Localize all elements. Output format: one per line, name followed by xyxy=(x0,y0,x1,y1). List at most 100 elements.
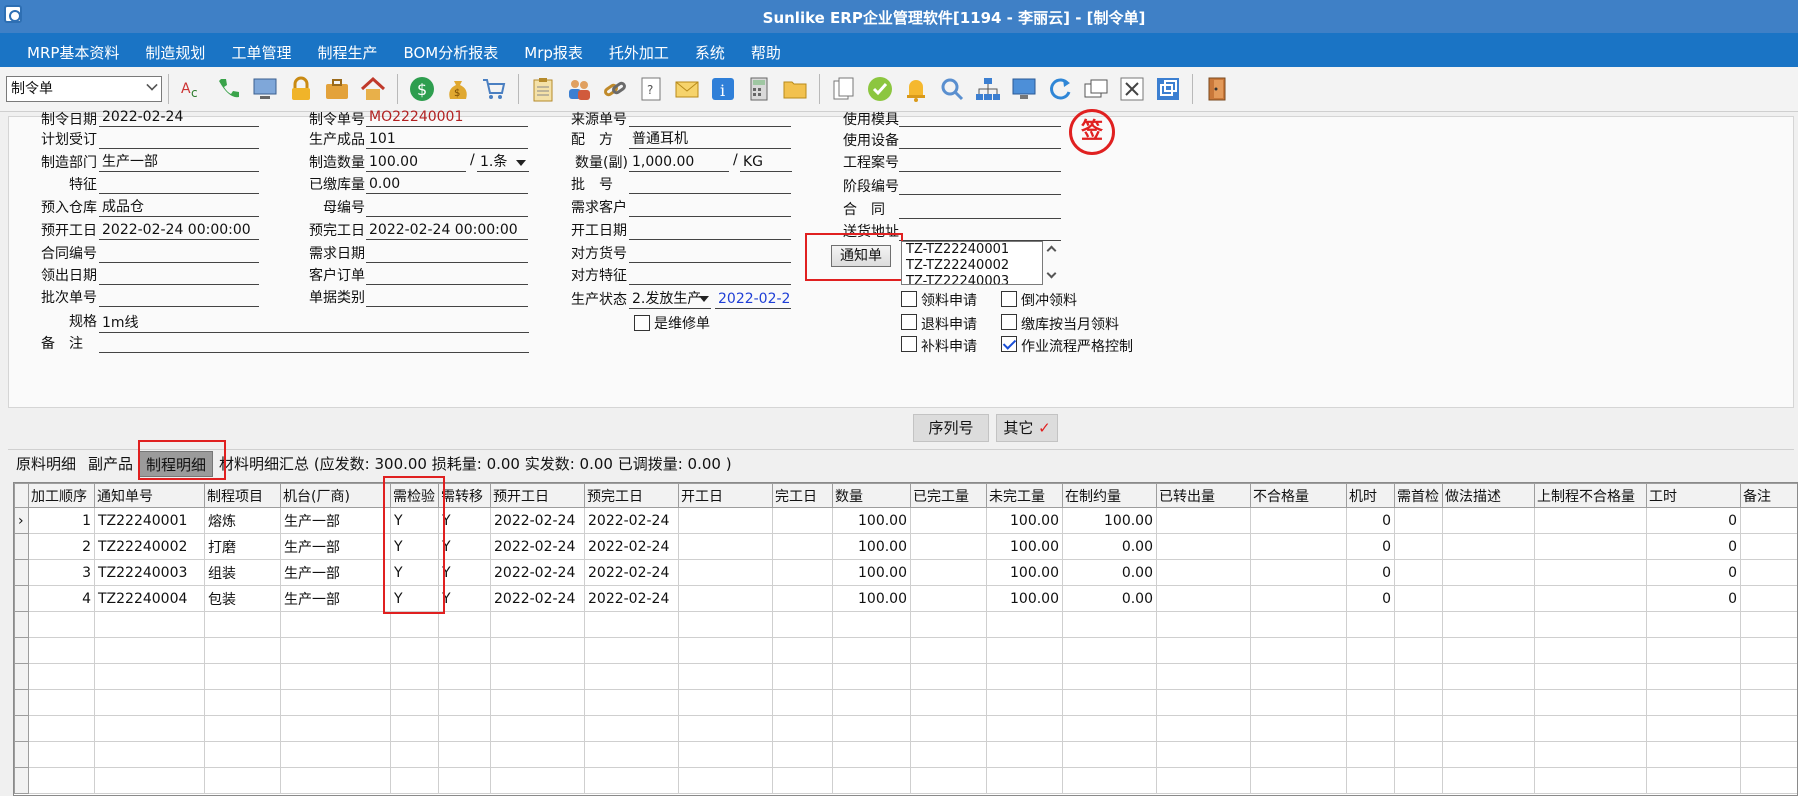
table-cell[interactable] xyxy=(1062,767,1157,794)
col-header[interactable]: 开工日 xyxy=(678,483,773,508)
table-cell[interactable] xyxy=(204,663,281,690)
table-cell[interactable] xyxy=(1250,715,1347,742)
table-cell[interactable] xyxy=(1062,715,1157,742)
table-cell[interactable] xyxy=(986,637,1063,664)
field-batch-no[interactable] xyxy=(99,287,259,307)
col-header[interactable]: 需转移 xyxy=(438,483,491,508)
table-cell[interactable] xyxy=(1534,689,1647,716)
table-cell[interactable] xyxy=(490,741,585,768)
table-cell[interactable] xyxy=(1394,715,1443,742)
table-cell[interactable] xyxy=(678,637,773,664)
table-cell[interactable] xyxy=(1534,611,1647,638)
field-planned-finish[interactable]: 2022-02-24 00:00:00 xyxy=(366,220,528,240)
table-cell[interactable] xyxy=(1534,663,1647,690)
process-details-grid[interactable]: 加工顺序 通知单号 制程项目 机台(厂商) 需检验 需转移 预开工日 预完工日 … xyxy=(13,482,1798,796)
table-cell[interactable] xyxy=(1442,559,1535,586)
table-cell[interactable]: 0.00 xyxy=(1062,533,1157,560)
folder-icon[interactable] xyxy=(777,71,813,107)
table-cell[interactable]: 2022-02-24 xyxy=(584,507,679,534)
monitor-icon[interactable] xyxy=(247,71,283,107)
table-cell[interactable] xyxy=(1250,559,1347,586)
row-header[interactable] xyxy=(14,533,29,560)
field-mfg-department[interactable]: 生产一部 xyxy=(99,152,259,172)
table-cell[interactable] xyxy=(490,715,585,742)
col-header[interactable]: 已转出量 xyxy=(1156,483,1251,508)
table-cell[interactable] xyxy=(1534,637,1647,664)
table-cell[interactable] xyxy=(28,611,95,638)
empty-table-row[interactable] xyxy=(14,663,1797,690)
table-cell[interactable] xyxy=(1346,689,1395,716)
scroll-up-icon[interactable] xyxy=(1046,245,1057,256)
table-cell[interactable] xyxy=(678,585,773,612)
field-formula[interactable]: 普通耳机 xyxy=(629,129,791,149)
table-cell[interactable] xyxy=(986,715,1063,742)
table-cell[interactable]: Y xyxy=(438,533,491,560)
table-cell[interactable] xyxy=(1534,585,1647,612)
table-cell[interactable] xyxy=(678,767,773,794)
table-cell[interactable] xyxy=(584,715,679,742)
table-cell[interactable] xyxy=(94,741,205,768)
table-cell[interactable] xyxy=(910,715,987,742)
table-cell[interactable] xyxy=(28,637,95,664)
table-cell[interactable] xyxy=(1156,585,1251,612)
table-cell[interactable]: 打磨 xyxy=(204,533,281,560)
table-cell[interactable] xyxy=(1534,741,1647,768)
dollar-icon[interactable]: $ xyxy=(404,71,440,107)
table-cell[interactable] xyxy=(678,559,773,586)
field-issue-date[interactable] xyxy=(99,265,259,285)
list-item[interactable]: TZ-TZ22240001 xyxy=(902,242,1042,258)
table-cell[interactable]: 100.00 xyxy=(986,533,1063,560)
table-cell[interactable] xyxy=(910,663,987,690)
table-cell[interactable] xyxy=(1156,611,1251,638)
cart-icon[interactable] xyxy=(476,71,512,107)
table-cell[interactable]: 生产一部 xyxy=(280,585,391,612)
table-cell[interactable] xyxy=(1156,533,1251,560)
table-cell[interactable]: 生产一部 xyxy=(280,559,391,586)
col-header[interactable]: 通知单号 xyxy=(94,483,205,508)
table-cell[interactable] xyxy=(1442,741,1535,768)
info-icon[interactable]: i xyxy=(705,71,741,107)
table-cell[interactable] xyxy=(678,689,773,716)
table-cell[interactable]: 2022-02-24 xyxy=(490,507,585,534)
row-header[interactable] xyxy=(14,663,29,690)
home-icon[interactable] xyxy=(355,71,391,107)
table-cell[interactable] xyxy=(1442,507,1535,534)
table-cell[interactable] xyxy=(204,689,281,716)
help-doc-icon[interactable]: ? xyxy=(633,71,669,107)
backflush-checkbox[interactable] xyxy=(1001,291,1017,307)
table-cell[interactable] xyxy=(1156,663,1251,690)
lock-icon[interactable] xyxy=(283,71,319,107)
table-cell[interactable] xyxy=(1062,637,1157,664)
field-status-date[interactable]: 2022-02-24 xyxy=(715,289,791,309)
table-row[interactable]: 3 TZ22240003 组装 生产一部 Y Y 2022-02-24 2022-02-24 1… xyxy=(14,559,1797,586)
table-cell[interactable] xyxy=(832,637,911,664)
windows-icon[interactable] xyxy=(1078,71,1114,107)
table-cell[interactable] xyxy=(1394,611,1443,638)
table-cell[interactable] xyxy=(28,741,95,768)
table-cell[interactable]: 100.00 xyxy=(986,585,1063,612)
table-cell[interactable] xyxy=(204,637,281,664)
table-cell[interactable] xyxy=(910,507,987,534)
table-cell[interactable] xyxy=(910,689,987,716)
col-header[interactable]: 加工顺序 xyxy=(28,483,95,508)
empty-table-row[interactable] xyxy=(14,741,1797,768)
table-cell[interactable] xyxy=(1740,741,1797,768)
table-cell[interactable] xyxy=(94,767,205,794)
table-cell[interactable] xyxy=(1062,663,1157,690)
table-cell[interactable]: 0.00 xyxy=(1062,559,1157,586)
table-cell[interactable] xyxy=(1346,663,1395,690)
table-cell[interactable]: 3 xyxy=(28,559,95,586)
table-cell[interactable] xyxy=(678,715,773,742)
col-header[interactable]: 完工日 xyxy=(772,483,833,508)
table-cell[interactable] xyxy=(678,611,773,638)
field-lot-no[interactable] xyxy=(629,174,791,194)
bell-icon[interactable] xyxy=(898,71,934,107)
col-header[interactable]: 在制约量 xyxy=(1062,483,1157,508)
table-cell[interactable] xyxy=(832,715,911,742)
table-cell[interactable] xyxy=(986,663,1063,690)
table-cell[interactable] xyxy=(910,637,987,664)
col-header[interactable]: 不合格量 xyxy=(1250,483,1347,508)
document-type-select[interactable]: 制令单 xyxy=(6,76,162,102)
table-cell[interactable] xyxy=(1534,533,1647,560)
field-feature[interactable] xyxy=(99,174,259,194)
